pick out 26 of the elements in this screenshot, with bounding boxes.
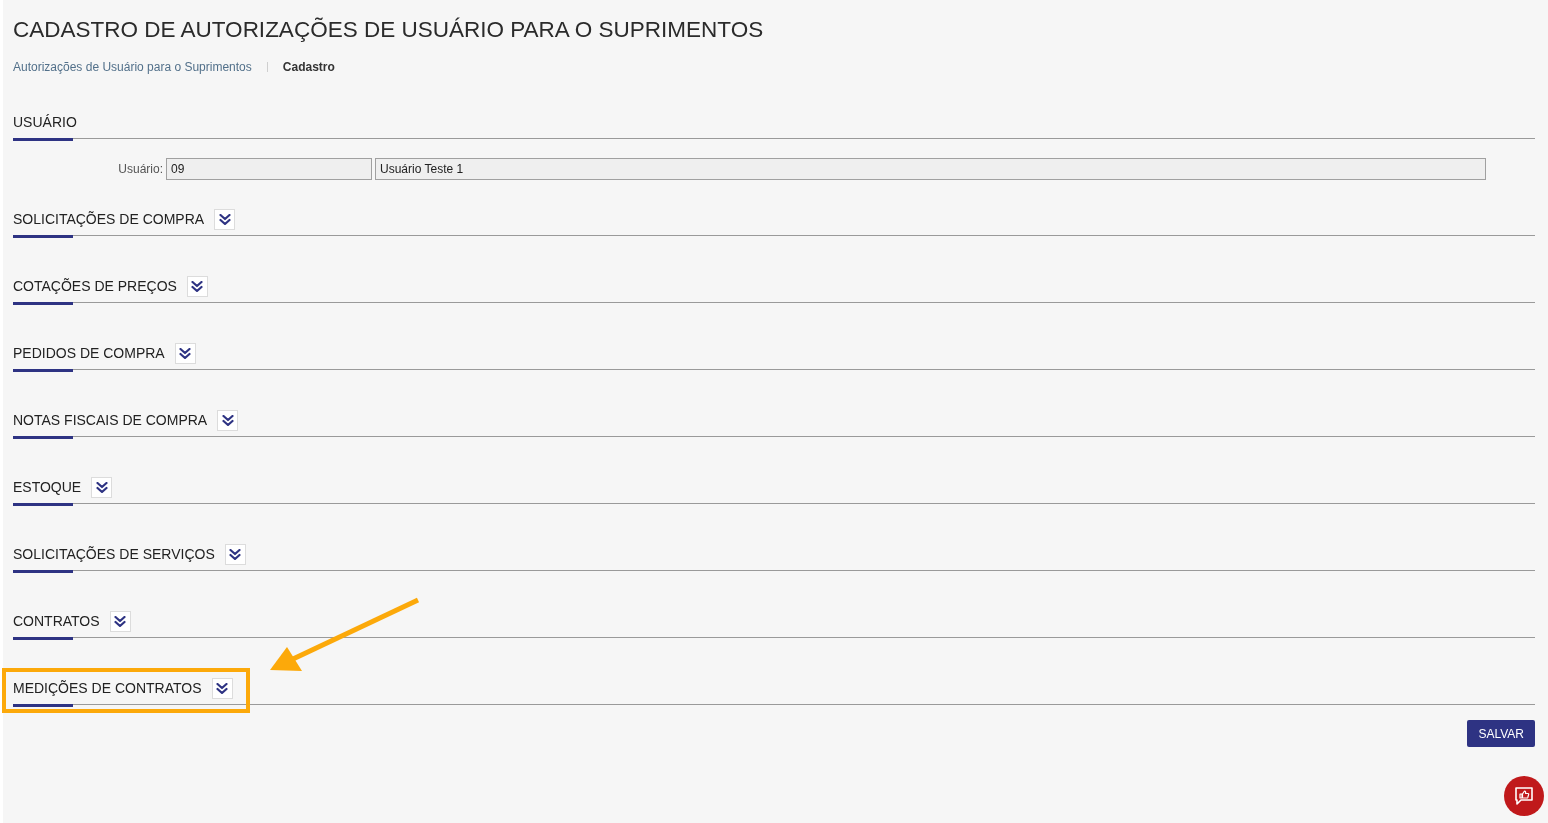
field-label: Usuário: xyxy=(118,161,163,178)
section-title: NOTAS FISCAIS DE COMPRA xyxy=(13,410,208,430)
expand-button[interactable] xyxy=(91,476,113,498)
expand-button[interactable] xyxy=(186,275,208,297)
section-title: ESTOQUE xyxy=(13,477,82,497)
section-title: PEDIDOS DE COMPRA xyxy=(13,343,165,363)
speech-bubble-thumbs-up-icon xyxy=(1515,787,1533,805)
section-title: SOLICITAÇÕES DE COMPRA xyxy=(13,209,205,229)
expand-button[interactable] xyxy=(174,342,196,364)
expand-button[interactable] xyxy=(217,409,239,431)
user-name-field[interactable]: Usuário Teste 1 xyxy=(375,158,1486,180)
save-button[interactable]: SALVAR xyxy=(1467,720,1535,747)
breadcrumb-current: Cadastro xyxy=(282,59,335,76)
breadcrumb-link[interactable]: Autorizações de Usuário para o Suprimentos xyxy=(13,58,252,76)
section-title: COTAÇÕES DE PREÇOS xyxy=(13,276,177,296)
section-title: SOLICITAÇÕES DE SERVIÇOS xyxy=(13,544,215,564)
expand-button[interactable] xyxy=(214,208,236,230)
section-title: CONTRATOS xyxy=(13,611,100,631)
section-title: MEDIÇÕES DE CONTRATOS xyxy=(13,678,202,698)
section-title: USUÁRIO xyxy=(13,112,77,132)
page-title: CADASTRO DE AUTORIZAÇÕES DE USUÁRIO PARA O SUPRIMENTOS xyxy=(13,16,764,44)
feedback-button[interactable] xyxy=(1504,776,1544,816)
expand-button[interactable] xyxy=(224,543,246,565)
expand-button[interactable] xyxy=(211,677,233,699)
expand-button[interactable] xyxy=(109,610,131,632)
user-code-field[interactable]: 09 xyxy=(166,158,372,180)
